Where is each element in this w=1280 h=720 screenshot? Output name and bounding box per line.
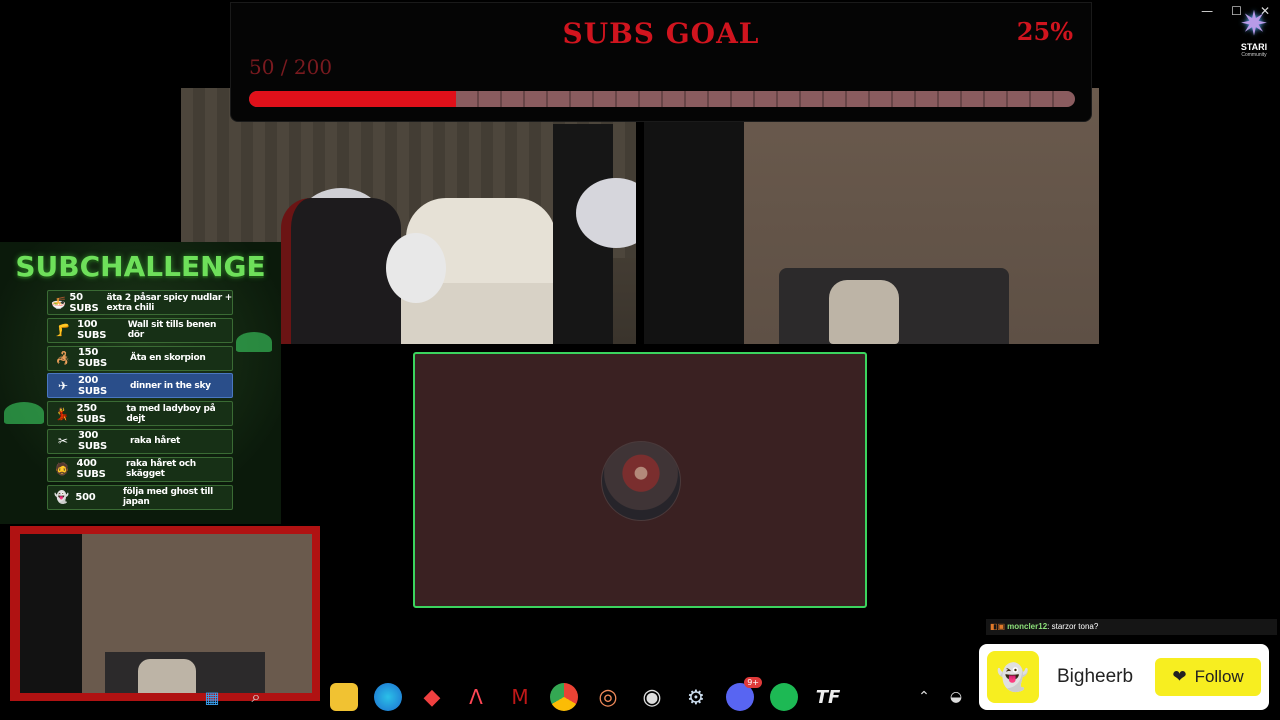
- challenge-item: 👻 500 följa med ghost till japan: [47, 484, 233, 510]
- stari-logo: ✷ STARI Community: [1232, 6, 1276, 68]
- challenge-desc: Wall sit tills benen dör: [127, 320, 217, 341]
- challenge-subs: 50 SUBS: [69, 291, 99, 314]
- logo-name: STARI: [1240, 42, 1268, 52]
- arch-icon[interactable]: Λ: [462, 683, 490, 711]
- chat-badges: ◧▣: [990, 622, 1006, 631]
- challenge-item: 💃 250 SUBS ta med ladyboy på dejt: [47, 401, 233, 427]
- challenge-desc: följa med ghost till japan: [122, 487, 213, 508]
- facecam-feed: [20, 534, 312, 693]
- steam-icon[interactable]: ⚙: [682, 683, 710, 711]
- subchallenge-list: 🍜 50 SUBS äta 2 påsar spicy nudlar + ext…: [47, 290, 233, 512]
- tf-icon[interactable]: TF: [814, 683, 842, 711]
- scorpion-icon: 🦂: [55, 351, 71, 366]
- chat-username: moncler12: [1007, 622, 1048, 631]
- search-icon[interactable]: ⌕: [242, 683, 270, 711]
- scissors-icon: ✂: [57, 434, 69, 449]
- beard-icon: 🧔: [54, 462, 70, 477]
- noodles-icon: 🍜: [51, 295, 67, 310]
- challenge-subs: 100 SUBS: [77, 319, 107, 342]
- minimize-button[interactable]: —: [1201, 4, 1213, 20]
- challenge-desc: äta 2 påsar spicy nudlar + extra chili: [106, 292, 233, 313]
- edge-icon[interactable]: [374, 683, 402, 711]
- goal-progress-fill: [249, 91, 456, 107]
- mushroom-decoration: [236, 332, 272, 352]
- dancer-icon: 💃: [54, 406, 70, 421]
- challenge-subs: 300 SUBS: [78, 430, 107, 453]
- obs-icon[interactable]: ◉: [638, 683, 666, 711]
- discord-icon[interactable]: 9+: [726, 677, 762, 711]
- challenge-item: 🦵 100 SUBS Wall sit tills benen dör: [47, 317, 233, 343]
- chat-separator: :: [1047, 622, 1050, 631]
- door: [644, 88, 744, 344]
- challenge-subs: 200 SUBS: [78, 374, 107, 397]
- subchallenge-title: SUBCHALLENGE: [15, 250, 266, 283]
- discord-notification-badge: 9+: [744, 677, 762, 688]
- challenge-desc: dinner in the sky: [130, 380, 211, 391]
- goal-count: 50 / 200: [249, 55, 333, 79]
- challenge-desc: raka håret: [130, 436, 181, 447]
- challenge-subs: 500: [75, 491, 96, 503]
- challenge-desc: Äta en skorpion: [130, 353, 206, 364]
- folder-icon[interactable]: [330, 683, 358, 711]
- challenge-subs: 150 SUBS: [78, 347, 107, 370]
- spiral-app-icon[interactable]: ◎: [594, 683, 622, 711]
- chat-text: starzor tona?: [1051, 622, 1099, 631]
- challenge-item: 🦂 150 SUBS Äta en skorpion: [47, 345, 233, 371]
- challenge-subs: 400 SUBS: [76, 458, 106, 481]
- challenge-item: ✈ 200 SUBS dinner in the sky: [47, 373, 233, 399]
- mcafee-icon[interactable]: M: [506, 683, 534, 711]
- tray-chevron-icon[interactable]: ⌃: [910, 683, 938, 711]
- star-icon: ✷: [1239, 5, 1269, 43]
- discord-call-tile[interactable]: [413, 352, 867, 608]
- subs-goal-overlay: SUBS GOAL 25% 50 / 200: [230, 2, 1092, 122]
- pillow: [829, 280, 899, 344]
- livingroom-camera: [644, 88, 1099, 344]
- goal-percent: 25%: [1016, 17, 1073, 46]
- challenge-desc: ta med ladyboy på dejt: [126, 403, 216, 424]
- challenge-item: 🍜 50 SUBS äta 2 påsar spicy nudlar + ext…: [47, 290, 233, 315]
- goal-progress-bar: [249, 91, 1075, 107]
- ghost-icon: 👻: [54, 490, 70, 505]
- plane-icon: ✈: [57, 378, 69, 393]
- challenge-item: ✂ 300 SUBS raka håret: [47, 428, 233, 454]
- door: [20, 534, 82, 693]
- chat-message: ◧▣ moncler12: starzor tona?: [986, 619, 1277, 635]
- chrome-icon[interactable]: [550, 683, 578, 711]
- gaming-chair: [281, 198, 401, 344]
- tray-app-icon[interactable]: ◒: [942, 683, 970, 711]
- logo-sub: Community: [1241, 52, 1267, 58]
- leg-icon: 🦵: [55, 323, 71, 338]
- goal-title: SUBS GOAL: [562, 17, 760, 50]
- challenge-desc: raka håret och skägget: [126, 459, 196, 480]
- windows-icon[interactable]: ▦: [198, 683, 226, 711]
- challenge-item: 🧔 400 SUBS raka håret och skägget: [47, 456, 233, 482]
- subchallenge-panel: SUBCHALLENGE 🍜 50 SUBS äta 2 påsar spicy…: [0, 242, 281, 524]
- challenge-subs: 250 SUBS: [76, 402, 106, 425]
- avatar: [601, 441, 681, 521]
- mushroom-decoration: [4, 402, 44, 424]
- facecam-frame: [10, 526, 320, 701]
- app-diamond-icon[interactable]: ◆: [418, 683, 446, 711]
- fan: [386, 233, 446, 303]
- spotify-icon[interactable]: [770, 683, 798, 711]
